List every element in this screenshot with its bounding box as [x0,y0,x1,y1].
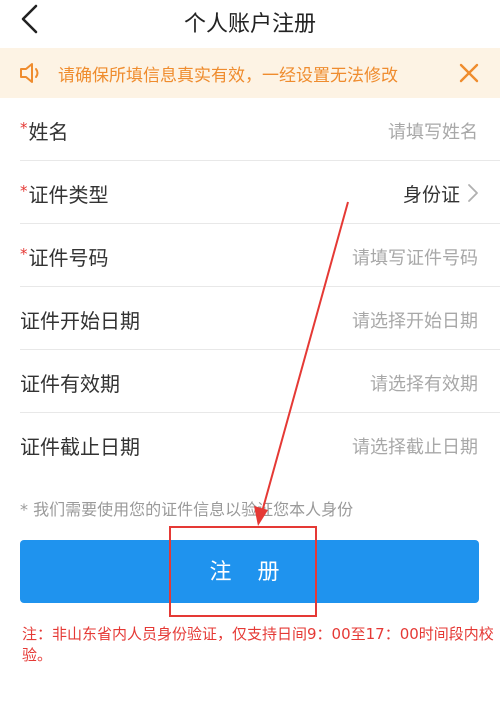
close-icon[interactable] [458,62,480,84]
registration-form: *姓名 请填写姓名 *证件类型 身份证 *证件号码 请填写证件号码 证件开始日期… [0,98,500,476]
footnote: 注：非山东省内人员身份验证，仅支持日间9：00至17：00时间段内校验。 [22,625,494,664]
field-label: 证件截止日期 [20,435,140,459]
field-label: 证件有效期 [20,372,120,396]
chevron-right-icon[interactable] [466,183,480,203]
start-date-field[interactable]: 证件开始日期 请选择开始日期 [20,287,500,350]
speaker-icon [20,63,39,83]
validity-field[interactable]: 证件有效期 请选择有效期 [20,350,500,413]
id-type-field[interactable]: *证件类型 身份证 [20,161,500,224]
id-number-field[interactable]: *证件号码 请填写证件号码 [20,224,500,287]
validity-picker[interactable]: 请选择有效期 [370,370,478,396]
field-label: *姓名 [20,119,69,144]
id-number-input[interactable]: 请填写证件号码 [352,244,478,270]
register-button-label: 注 册 [209,559,290,584]
id-type-select[interactable]: 身份证 [403,180,460,207]
end-date-picker[interactable]: 请选择截止日期 [352,433,478,459]
start-date-picker[interactable]: 请选择开始日期 [352,307,478,333]
end-date-field[interactable]: 证件截止日期 请选择截止日期 [20,413,500,476]
field-label: 证件开始日期 [20,309,140,333]
page-title: 个人账户注册 [183,12,316,37]
field-label: *证件号码 [20,245,109,270]
register-button[interactable]: 注 册 [20,540,479,603]
required-mark: * [20,245,28,263]
name-field[interactable]: *姓名 请填写姓名 [20,98,500,161]
notice-text: 请确保所填信息真实有效，一经设置无法修改 [58,66,398,86]
required-mark: * [20,182,28,200]
field-label: *证件类型 [20,182,109,207]
name-input[interactable]: 请填写姓名 [388,118,478,144]
identity-hint: * 我们需要使用您的证件信息以验证您本人身份 [20,500,354,519]
nav-bar: 个人账户注册 [0,0,500,44]
notice-banner: 请确保所填信息真实有效，一经设置无法修改 [0,48,500,98]
required-mark: * [20,119,28,137]
